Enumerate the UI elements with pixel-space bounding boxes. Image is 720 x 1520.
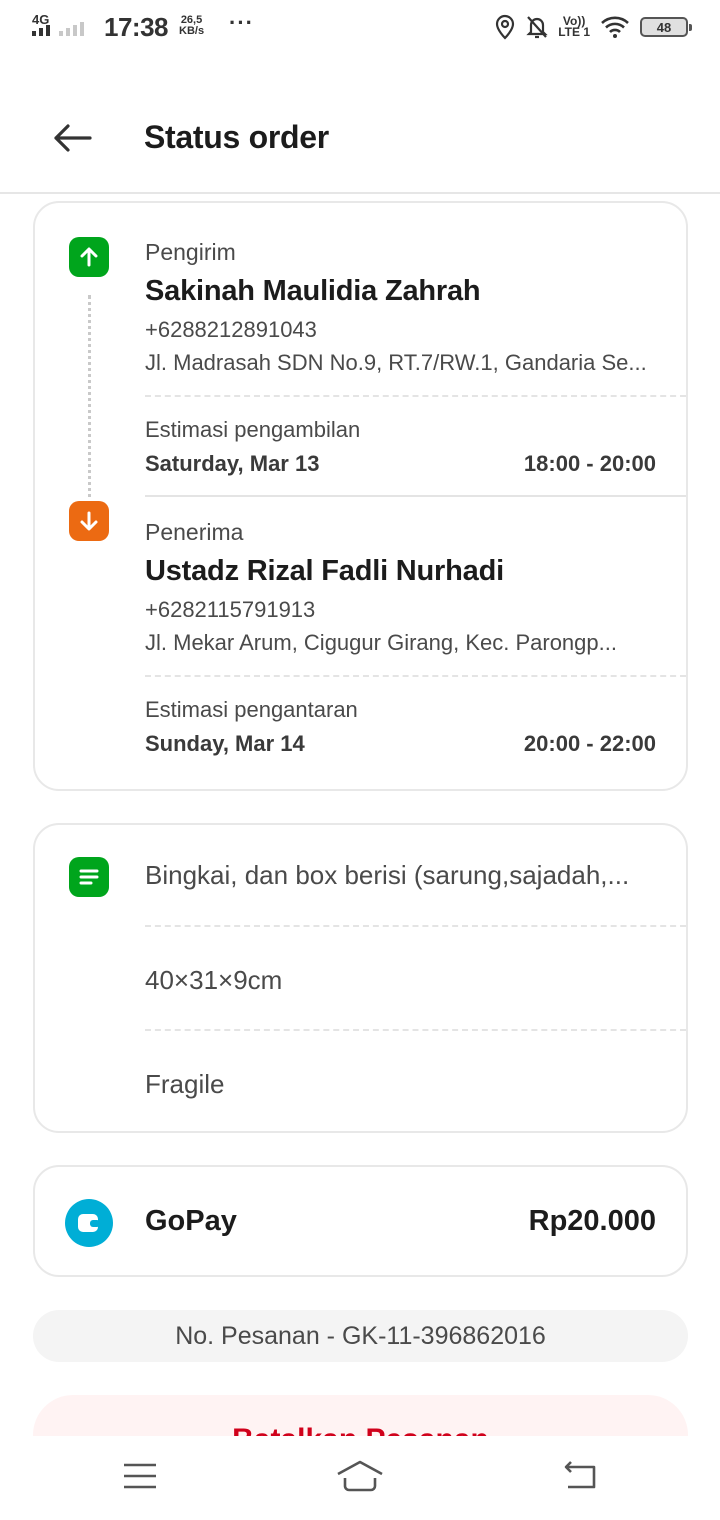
- status-bar: 4G 17:38 26,5 KB/s ··· Vo)) LTE 1 48: [0, 0, 720, 56]
- item-note: Fragile: [145, 1069, 225, 1099]
- system-nav-bar: [0, 1436, 720, 1520]
- item-details-card: Bingkai, dan box berisi (sarung,sajadah,…: [33, 823, 688, 1133]
- route-card: Pengirim Sakinah Maulidia Zahrah +628821…: [33, 201, 688, 791]
- wallet-icon: [65, 1199, 113, 1247]
- sender-name: Sakinah Maulidia Zahrah: [145, 275, 481, 307]
- receiver-address: Jl. Mekar Arum, Cigugur Girang, Kec. Par…: [145, 630, 617, 655]
- sender-address: Jl. Madrasah SDN No.9, RT.7/RW.1, Gandar…: [145, 350, 647, 375]
- clock: 17:38: [104, 12, 169, 42]
- bell-off-icon: [526, 16, 548, 39]
- divider: [145, 925, 686, 927]
- divider: [145, 675, 686, 677]
- order-number: No. Pesanan - GK-11-396862016: [33, 1310, 688, 1362]
- page-title: Status order: [144, 119, 329, 155]
- delivery-estimate-date: Sunday, Mar 14: [145, 731, 305, 756]
- pickup-estimate-label: Estimasi pengambilan: [145, 417, 361, 442]
- speed-unit: KB/s: [179, 25, 205, 37]
- delivery-estimate-time: 20:00 - 22:00: [523, 731, 656, 756]
- item-description: Bingkai, dan box berisi (sarung,sajadah,…: [145, 860, 630, 890]
- receiver-name: Ustadz Rizal Fadli Nurhadi: [145, 555, 504, 587]
- divider: [145, 495, 686, 497]
- return-button[interactable]: [550, 1454, 610, 1498]
- return-icon: [564, 1461, 596, 1489]
- menu-icon: [124, 1463, 156, 1489]
- arrow-up-icon: [80, 247, 98, 267]
- item-badge: [69, 857, 109, 897]
- status-icons: Vo)) LTE 1 48: [494, 14, 692, 40]
- receiver-label: Penerima: [145, 519, 244, 545]
- receiver-phone: +6282115791913: [145, 597, 316, 622]
- sender-label: Pengirim: [145, 239, 236, 265]
- divider: [145, 395, 686, 397]
- home-icon: [337, 1460, 383, 1492]
- delivery-estimate-label: Estimasi pengantaran: [145, 697, 358, 722]
- pickup-badge: [69, 237, 109, 277]
- payment-amount: Rp20.000: [528, 1205, 656, 1237]
- payment-card: GoPay Rp20.000: [33, 1165, 688, 1277]
- divider: [145, 1029, 686, 1031]
- back-arrow-icon: [54, 124, 92, 152]
- back-button[interactable]: [48, 116, 96, 160]
- pickup-estimate-time: 18:00 - 20:00: [523, 451, 656, 476]
- payment-method: GoPay: [145, 1205, 237, 1237]
- battery-icon: 48: [640, 17, 692, 37]
- home-button[interactable]: [330, 1454, 390, 1498]
- arrow-down-icon: [80, 511, 98, 531]
- list-icon: [79, 869, 99, 885]
- menu-button[interactable]: [110, 1454, 170, 1498]
- wifi-icon: [601, 16, 629, 38]
- signal-icon: [32, 22, 84, 36]
- lte-label: LTE 1: [558, 25, 590, 39]
- network-speed: 26,5 KB/s: [179, 15, 204, 37]
- item-dimensions: 40×31×9cm: [145, 965, 283, 995]
- more-notifications-icon: ···: [229, 10, 254, 35]
- dropoff-badge: [69, 501, 109, 541]
- pickup-estimate-date: Saturday, Mar 13: [145, 451, 320, 476]
- location-icon: [496, 14, 515, 40]
- lte-indicator: Vo)) LTE 1: [558, 15, 590, 39]
- sender-phone: +6288212891043: [145, 317, 317, 342]
- app-header: Status order: [0, 88, 720, 194]
- route-connector: [88, 295, 91, 505]
